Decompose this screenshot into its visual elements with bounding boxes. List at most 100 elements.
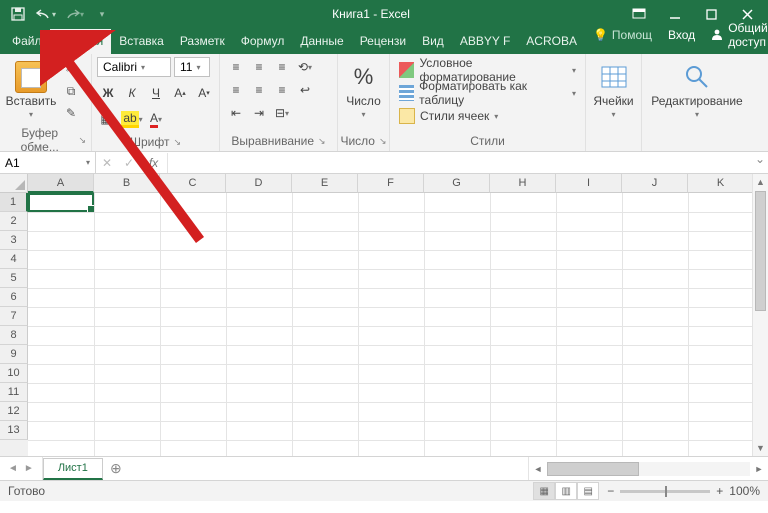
scroll-thumb[interactable] bbox=[755, 193, 766, 311]
launcher-icon[interactable]: ↘ bbox=[379, 136, 387, 147]
copy-icon[interactable]: ⧉ bbox=[60, 81, 82, 101]
tab-review[interactable]: Рецензи bbox=[352, 29, 414, 54]
paste-button[interactable]: Вставить▾ bbox=[5, 57, 57, 120]
sheet-nav-next-icon[interactable]: ► bbox=[22, 461, 36, 476]
cell-styles-button[interactable]: Стили ячеек▾ bbox=[395, 106, 580, 126]
row-header[interactable]: 12 bbox=[0, 402, 28, 421]
sheet-tab[interactable]: Лист1 bbox=[43, 458, 103, 480]
zoom-in-icon[interactable]: + bbox=[716, 484, 723, 498]
row-header[interactable]: 13 bbox=[0, 421, 28, 440]
launcher-icon[interactable]: ↘ bbox=[173, 137, 181, 148]
zoom-slider[interactable] bbox=[620, 490, 710, 493]
tab-file[interactable]: Файл bbox=[4, 29, 50, 54]
fill-color-icon[interactable]: ab▾ bbox=[121, 109, 143, 129]
select-all-corner[interactable] bbox=[0, 174, 28, 193]
expand-formula-icon[interactable]: ⌄ bbox=[752, 152, 768, 173]
cancel-formula-icon[interactable]: ✕ bbox=[96, 153, 118, 173]
redo-icon[interactable]: ▾ bbox=[62, 2, 86, 26]
row-header[interactable]: 11 bbox=[0, 383, 28, 402]
italic-button[interactable]: К bbox=[121, 83, 143, 103]
font-color-icon[interactable]: A▾ bbox=[145, 109, 167, 129]
row-header[interactable]: 10 bbox=[0, 364, 28, 383]
column-header[interactable]: J bbox=[622, 174, 688, 193]
hscroll-thumb[interactable] bbox=[547, 462, 639, 476]
zoom-out-icon[interactable]: − bbox=[607, 484, 614, 498]
qat-customize-icon[interactable]: ▾ bbox=[90, 2, 114, 26]
normal-view-icon[interactable]: ▦ bbox=[533, 482, 555, 500]
row-header[interactable]: 9 bbox=[0, 345, 28, 364]
align-bottom-icon[interactable]: ≡ bbox=[271, 57, 293, 77]
tab-formulas[interactable]: Формул bbox=[233, 29, 293, 54]
tab-data[interactable]: Данные bbox=[292, 29, 351, 54]
align-middle-icon[interactable]: ≡ bbox=[248, 57, 270, 77]
format-as-table-button[interactable]: Форматировать как таблицу▾ bbox=[395, 83, 580, 103]
column-header[interactable]: K bbox=[688, 174, 754, 193]
sheet-nav-prev-icon[interactable]: ◄ bbox=[6, 461, 20, 476]
page-break-view-icon[interactable]: ▤ bbox=[577, 482, 599, 500]
tab-abbyy[interactable]: ABBYY F bbox=[452, 29, 518, 54]
editing-button[interactable]: Редактирование▾ bbox=[647, 57, 747, 120]
enter-formula-icon[interactable]: ✓ bbox=[118, 153, 140, 173]
align-top-icon[interactable]: ≡ bbox=[225, 57, 247, 77]
vertical-scrollbar[interactable]: ▲ ▼ bbox=[752, 193, 768, 456]
cells-area[interactable] bbox=[28, 193, 768, 456]
row-header[interactable]: 1 bbox=[0, 193, 28, 212]
scroll-right-icon[interactable]: ► bbox=[752, 464, 766, 474]
sign-in[interactable]: Вход bbox=[660, 23, 703, 47]
row-header[interactable]: 8 bbox=[0, 326, 28, 345]
tab-layout[interactable]: Разметк bbox=[172, 29, 233, 54]
decrease-indent-icon[interactable]: ⇤ bbox=[225, 103, 247, 123]
bold-button[interactable]: Ж bbox=[97, 83, 119, 103]
row-header[interactable]: 3 bbox=[0, 231, 28, 250]
row-header[interactable]: 4 bbox=[0, 250, 28, 269]
column-header[interactable]: I bbox=[556, 174, 622, 193]
formula-input[interactable] bbox=[168, 157, 752, 169]
align-right-icon[interactable]: ≡ bbox=[271, 80, 293, 100]
fx-icon[interactable]: fx bbox=[140, 153, 168, 173]
page-layout-view-icon[interactable]: ▥ bbox=[555, 482, 577, 500]
column-header[interactable]: C bbox=[160, 174, 226, 193]
active-cell[interactable] bbox=[28, 193, 94, 212]
launcher-icon[interactable]: ↘ bbox=[318, 136, 326, 147]
cells-button[interactable]: Ячейки▾ bbox=[591, 57, 636, 120]
align-left-icon[interactable]: ≡ bbox=[225, 80, 247, 100]
row-header[interactable]: 6 bbox=[0, 288, 28, 307]
tab-view[interactable]: Вид bbox=[414, 29, 452, 54]
tab-home[interactable]: Главная bbox=[50, 29, 112, 54]
column-header[interactable]: F bbox=[358, 174, 424, 193]
name-box[interactable]: A1▾ bbox=[0, 152, 96, 173]
row-header[interactable]: 7 bbox=[0, 307, 28, 326]
font-name-combo[interactable]: Calibri▾ bbox=[97, 57, 171, 77]
tell-me[interactable]: 💡Помощ bbox=[585, 28, 660, 42]
border-icon[interactable]: ▦▾ bbox=[97, 109, 119, 129]
merge-icon[interactable]: ⊟▾ bbox=[271, 103, 293, 123]
column-header[interactable]: H bbox=[490, 174, 556, 193]
font-size-combo[interactable]: 11▾ bbox=[174, 57, 210, 77]
conditional-formatting-button[interactable]: Условное форматирование▾ bbox=[395, 60, 580, 80]
column-header[interactable]: G bbox=[424, 174, 490, 193]
grow-font-icon[interactable]: A▴ bbox=[169, 83, 191, 103]
orientation-icon[interactable]: ⟲▾ bbox=[294, 57, 316, 77]
column-header[interactable]: E bbox=[292, 174, 358, 193]
share-button[interactable]: Общий доступ bbox=[703, 16, 768, 54]
add-sheet-icon[interactable]: ⊕ bbox=[103, 457, 129, 480]
column-header[interactable]: A bbox=[28, 174, 94, 193]
horizontal-scrollbar[interactable]: ◄ ► bbox=[528, 457, 768, 480]
cut-icon[interactable]: ✂ bbox=[60, 59, 82, 79]
row-header[interactable]: 5 bbox=[0, 269, 28, 288]
column-header[interactable]: D bbox=[226, 174, 292, 193]
row-header[interactable]: 2 bbox=[0, 212, 28, 231]
column-header[interactable]: B bbox=[94, 174, 160, 193]
underline-button[interactable]: Ч bbox=[145, 83, 167, 103]
shrink-font-icon[interactable]: A▾ bbox=[193, 83, 215, 103]
undo-icon[interactable]: ▾ bbox=[34, 2, 58, 26]
increase-indent-icon[interactable]: ⇥ bbox=[248, 103, 270, 123]
scroll-left-icon[interactable]: ◄ bbox=[531, 464, 545, 474]
launcher-icon[interactable]: ↘ bbox=[78, 135, 86, 146]
number-format-button[interactable]: % Число▾ bbox=[343, 57, 384, 120]
format-painter-icon[interactable]: ✎ bbox=[60, 103, 82, 123]
tab-insert[interactable]: Вставка bbox=[111, 29, 172, 54]
zoom-level[interactable]: 100% bbox=[729, 484, 760, 498]
wrap-text-icon[interactable]: ↩ bbox=[294, 80, 316, 100]
tab-acrobat[interactable]: ACROBA bbox=[518, 29, 585, 54]
